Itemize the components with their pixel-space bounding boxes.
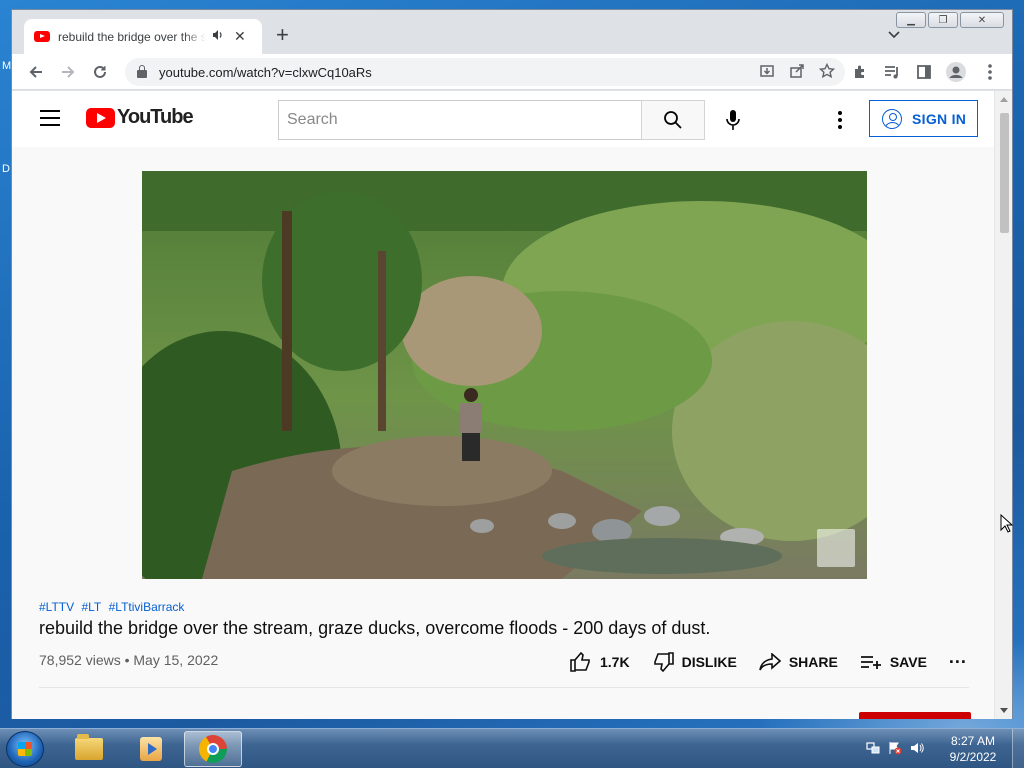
video-frame-image xyxy=(142,171,867,579)
settings-kebab-icon[interactable] xyxy=(828,105,852,135)
channel-watermark-icon[interactable] xyxy=(817,529,855,567)
back-icon[interactable] xyxy=(24,60,48,84)
taskbar-explorer-button[interactable] xyxy=(60,731,118,767)
search-input[interactable] xyxy=(287,111,627,129)
omnibox-actions xyxy=(759,62,836,83)
share-page-icon[interactable] xyxy=(789,63,805,83)
playlist-add-icon xyxy=(860,655,881,669)
chrome-window: rebuild the bridge over the stream, graz… xyxy=(11,9,1013,719)
clock-date: 9/2/2022 xyxy=(949,750,997,764)
more-actions-icon: ... xyxy=(948,647,967,667)
show-desktop-button[interactable] xyxy=(1012,729,1024,768)
forward-icon[interactable] xyxy=(56,60,80,84)
windows-taskbar: 8:27 AM 9/2/2022 xyxy=(0,728,1024,768)
video-meta: 78,952 views • May 15, 2022 xyxy=(39,652,219,668)
sign-in-label: SIGN IN xyxy=(912,110,967,127)
taskbar-chrome-button[interactable] xyxy=(184,731,242,767)
page-scrollbar[interactable] xyxy=(994,91,1012,719)
youtube-wordmark: YouTube xyxy=(117,106,194,128)
lock-icon xyxy=(137,65,147,78)
media-player-icon xyxy=(140,737,162,761)
video-title: rebuild the bridge over the stream, graz… xyxy=(39,618,711,638)
url-text: youtube.com/watch?v=clxwCq10aRs xyxy=(159,64,372,80)
address-bar[interactable]: youtube.com/watch?v=clxwCq10aRs xyxy=(125,58,845,86)
save-button[interactable]: SAVE xyxy=(860,654,927,670)
search-button[interactable] xyxy=(641,100,705,140)
thumbs-down-icon xyxy=(653,651,674,672)
youtube-play-logo-icon xyxy=(86,107,115,128)
close-window-button[interactable]: ✕ xyxy=(960,12,1004,28)
maximize-button[interactable]: ❐ xyxy=(928,12,958,28)
dislike-button[interactable]: DISLIKE xyxy=(652,651,737,672)
description-divider xyxy=(39,687,969,688)
scrollbar-thumb[interactable] xyxy=(1000,113,1009,233)
search-icon xyxy=(664,111,682,129)
window-controls: ▁ ❐ ✕ xyxy=(896,12,1004,28)
start-button[interactable] xyxy=(6,731,44,767)
youtube-logo[interactable]: YouTube xyxy=(86,106,194,129)
sign-in-button[interactable]: SIGN IN xyxy=(869,100,978,137)
save-label: SAVE xyxy=(889,653,927,670)
chrome-icon xyxy=(199,735,227,763)
user-circle-icon xyxy=(882,108,902,129)
like-button[interactable]: 1.7K xyxy=(570,651,630,672)
subscribe-button-peek[interactable] xyxy=(859,712,971,719)
page-viewport: YouTube SIGN IN xyxy=(12,91,996,719)
like-count: 1.7K xyxy=(600,653,630,670)
more-actions-button[interactable]: ... xyxy=(949,647,967,672)
install-icon[interactable] xyxy=(759,63,775,83)
extensions-puzzle-icon[interactable] xyxy=(848,60,872,84)
action-center-flag-icon[interactable] xyxy=(888,741,902,758)
hashtag-link[interactable]: #LTtiviBarrack xyxy=(109,600,185,614)
youtube-favicon-icon xyxy=(34,31,50,42)
tab-title: rebuild the bridge over the stream, graz… xyxy=(58,29,206,44)
youtube-header: YouTube SIGN IN xyxy=(12,91,996,147)
share-button[interactable]: SHARE xyxy=(759,652,838,671)
hashtag-link[interactable]: #LTTV xyxy=(39,600,74,614)
desktop-edge-letter-1: M xyxy=(2,60,12,72)
share-arrow-icon xyxy=(759,652,781,670)
hashtag-link[interactable]: #LT xyxy=(81,600,101,614)
video-player[interactable] xyxy=(142,171,867,579)
taskbar-clock[interactable]: 8:27 AM 9/2/2022 xyxy=(944,733,1002,765)
new-tab-button[interactable]: + xyxy=(276,24,289,46)
browser-toolbar: youtube.com/watch?v=clxwCq10aRs xyxy=(12,54,1012,90)
minimize-button[interactable]: ▁ xyxy=(896,12,926,28)
tab-strip: rebuild the bridge over the stream, graz… xyxy=(12,10,1012,54)
scroll-up-arrow-icon[interactable] xyxy=(1000,97,1008,102)
taskbar-media-player-button[interactable] xyxy=(122,731,180,767)
tab-close-icon[interactable]: ✕ xyxy=(234,28,246,45)
profile-avatar-icon[interactable] xyxy=(944,60,968,84)
volume-icon[interactable] xyxy=(910,741,924,758)
tab-search-chevron-icon[interactable] xyxy=(888,28,900,42)
share-label: SHARE xyxy=(788,653,838,670)
speaker-icon[interactable] xyxy=(212,29,224,44)
folder-icon xyxy=(75,734,103,760)
media-control-icon[interactable] xyxy=(880,60,904,84)
browser-menu-icon[interactable] xyxy=(978,60,1002,84)
browser-tab[interactable]: rebuild the bridge over the stream, graz… xyxy=(24,19,262,54)
side-panel-icon[interactable] xyxy=(912,60,936,84)
scroll-down-arrow-icon[interactable] xyxy=(1000,708,1008,713)
voice-search-mic-icon[interactable] xyxy=(716,103,750,137)
search-box[interactable] xyxy=(278,100,642,140)
network-icon[interactable] xyxy=(866,741,880,758)
bookmark-star-icon[interactable] xyxy=(818,62,836,83)
thumbs-up-icon xyxy=(570,651,590,672)
video-actions: 1.7K DISLIKE SHARE SAVE ... xyxy=(570,647,989,672)
hamburger-menu-icon[interactable] xyxy=(40,110,60,126)
system-tray xyxy=(866,741,924,758)
clock-time: 8:27 AM xyxy=(950,734,996,748)
reload-icon[interactable] xyxy=(88,60,112,84)
dislike-label: DISLIKE xyxy=(681,653,737,670)
desktop-edge-letter-2: D xyxy=(2,163,10,175)
hashtag-list: #LTTV #LT #LTtiviBarrack xyxy=(39,600,188,614)
